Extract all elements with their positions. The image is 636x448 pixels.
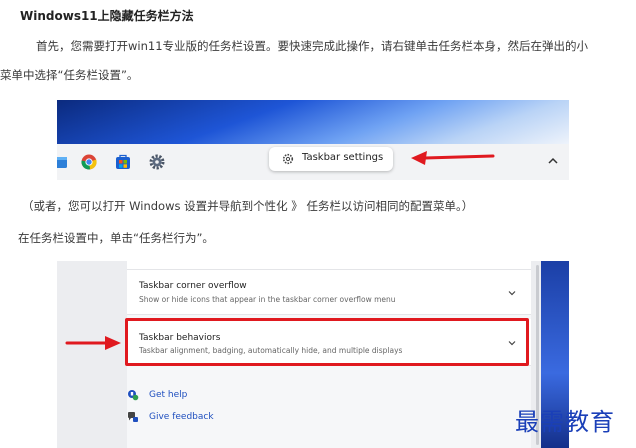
store-icon[interactable] (115, 154, 131, 170)
settings-card-partial (127, 261, 531, 270)
highlight-box (125, 318, 529, 366)
get-help-link[interactable]: Get help (149, 390, 187, 400)
card-title: Taskbar corner overflow (139, 281, 247, 291)
right-arrow-annotation (65, 336, 121, 350)
site-watermark: 最需教育 (515, 408, 615, 436)
help-icon (128, 390, 139, 401)
card-subtitle: Show or hide icons that appear in the ta… (139, 295, 396, 304)
article-title: Windows11上隐藏任务栏方法 (20, 9, 194, 23)
left-arrow-annotation (411, 151, 495, 165)
taskbar-screenshot: Taskbar settings (57, 100, 569, 180)
paragraph-1-line-1: 首先，您需要打开win11专业版的任务栏设置。要快速完成此操作，请右键单击任务栏… (36, 39, 589, 53)
desktop-wallpaper (57, 100, 569, 144)
chevron-down-icon[interactable] (507, 288, 517, 298)
chrome-icon[interactable] (81, 154, 97, 170)
paragraph-3: 在任务栏设置中，单击“任务栏行为”。 (18, 231, 214, 245)
taskbar-corner-overflow-card[interactable]: Taskbar corner overflow Show or hide ico… (127, 270, 531, 315)
paragraph-1-line-2: 菜单中选择“任务栏设置”。 (0, 68, 139, 82)
give-feedback-link[interactable]: Give feedback (149, 412, 214, 422)
settings-screenshot: Taskbar corner overflow Show or hide ico… (57, 261, 569, 448)
settings-icon[interactable] (149, 154, 165, 170)
file-explorer-icon[interactable] (57, 154, 69, 170)
chevron-up-icon[interactable] (547, 156, 559, 166)
feedback-icon (128, 412, 138, 422)
gear-icon (282, 153, 294, 165)
taskbar-settings-label: Taskbar settings (302, 152, 384, 163)
paragraph-2: （或者，您可以打开 Windows 设置并导航到个性化 》 任务栏以访问相同的配… (22, 199, 474, 213)
